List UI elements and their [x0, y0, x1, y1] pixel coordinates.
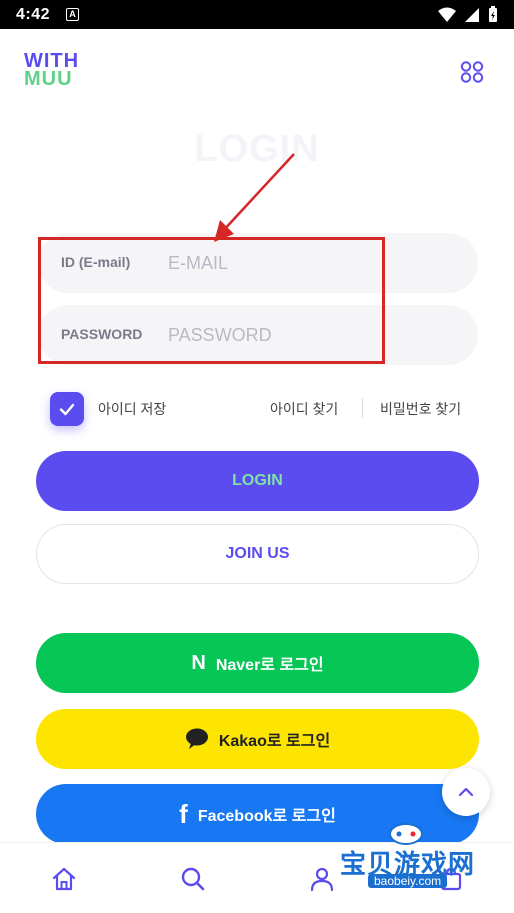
id-label: ID (E-mail) — [61, 254, 131, 270]
status-icons — [438, 6, 498, 23]
status-bar: 4:42 A — [0, 0, 514, 29]
signal-icon — [465, 7, 479, 22]
password-field[interactable]: PASSWORD — [38, 305, 478, 365]
kakao-login-label: Kakao로 로그인 — [218, 733, 331, 750]
naver-icon: N — [191, 651, 206, 674]
menu-grid-icon[interactable] — [460, 61, 484, 83]
logo-line-2: MUU — [24, 68, 73, 90]
app-logo[interactable]: WITH MUU — [24, 51, 79, 90]
home-icon[interactable] — [50, 865, 78, 893]
scroll-top-button[interactable] — [442, 768, 490, 816]
search-icon[interactable] — [179, 865, 207, 893]
password-label: PASSWORD — [61, 326, 143, 342]
id-field[interactable]: ID (E-mail) — [38, 233, 478, 293]
facebook-icon: f — [179, 798, 188, 829]
kakao-chat-icon — [185, 728, 208, 749]
wifi-icon — [438, 7, 456, 22]
link-divider — [362, 398, 363, 418]
find-password-link[interactable]: 비밀번호 찾기 — [380, 399, 461, 419]
facebook-login-label: Facebook로 로그인 — [197, 808, 336, 825]
kakao-login-button[interactable]: Kakao로 로그인 — [36, 709, 479, 769]
notification-a-icon: A — [66, 8, 79, 21]
save-id-label[interactable]: 아이디 저장 — [98, 399, 166, 419]
find-id-link[interactable]: 아이디 찾기 — [270, 399, 338, 419]
join-button[interactable]: JOIN US — [36, 524, 479, 584]
join-button-label: JOIN US — [225, 545, 290, 562]
save-id-checkbox[interactable] — [50, 392, 84, 426]
battery-icon — [489, 6, 497, 22]
user-icon[interactable] — [308, 865, 336, 893]
cart-icon[interactable] — [437, 865, 465, 893]
page-title: LOGIN — [194, 128, 320, 170]
login-button-label: LOGIN — [232, 472, 283, 489]
email-input[interactable] — [168, 248, 458, 278]
naver-login-label: Naver로 로그인 — [215, 657, 324, 674]
naver-login-button[interactable]: N Naver로 로그인 — [36, 633, 479, 693]
check-icon — [59, 403, 75, 416]
status-time: 4:42 — [16, 6, 51, 23]
facebook-login-button[interactable]: f Facebook로 로그인 — [36, 784, 479, 844]
bottom-nav — [0, 842, 514, 913]
password-input[interactable] — [168, 320, 458, 350]
chevron-up-icon — [458, 787, 474, 797]
login-button[interactable]: LOGIN — [36, 451, 479, 511]
